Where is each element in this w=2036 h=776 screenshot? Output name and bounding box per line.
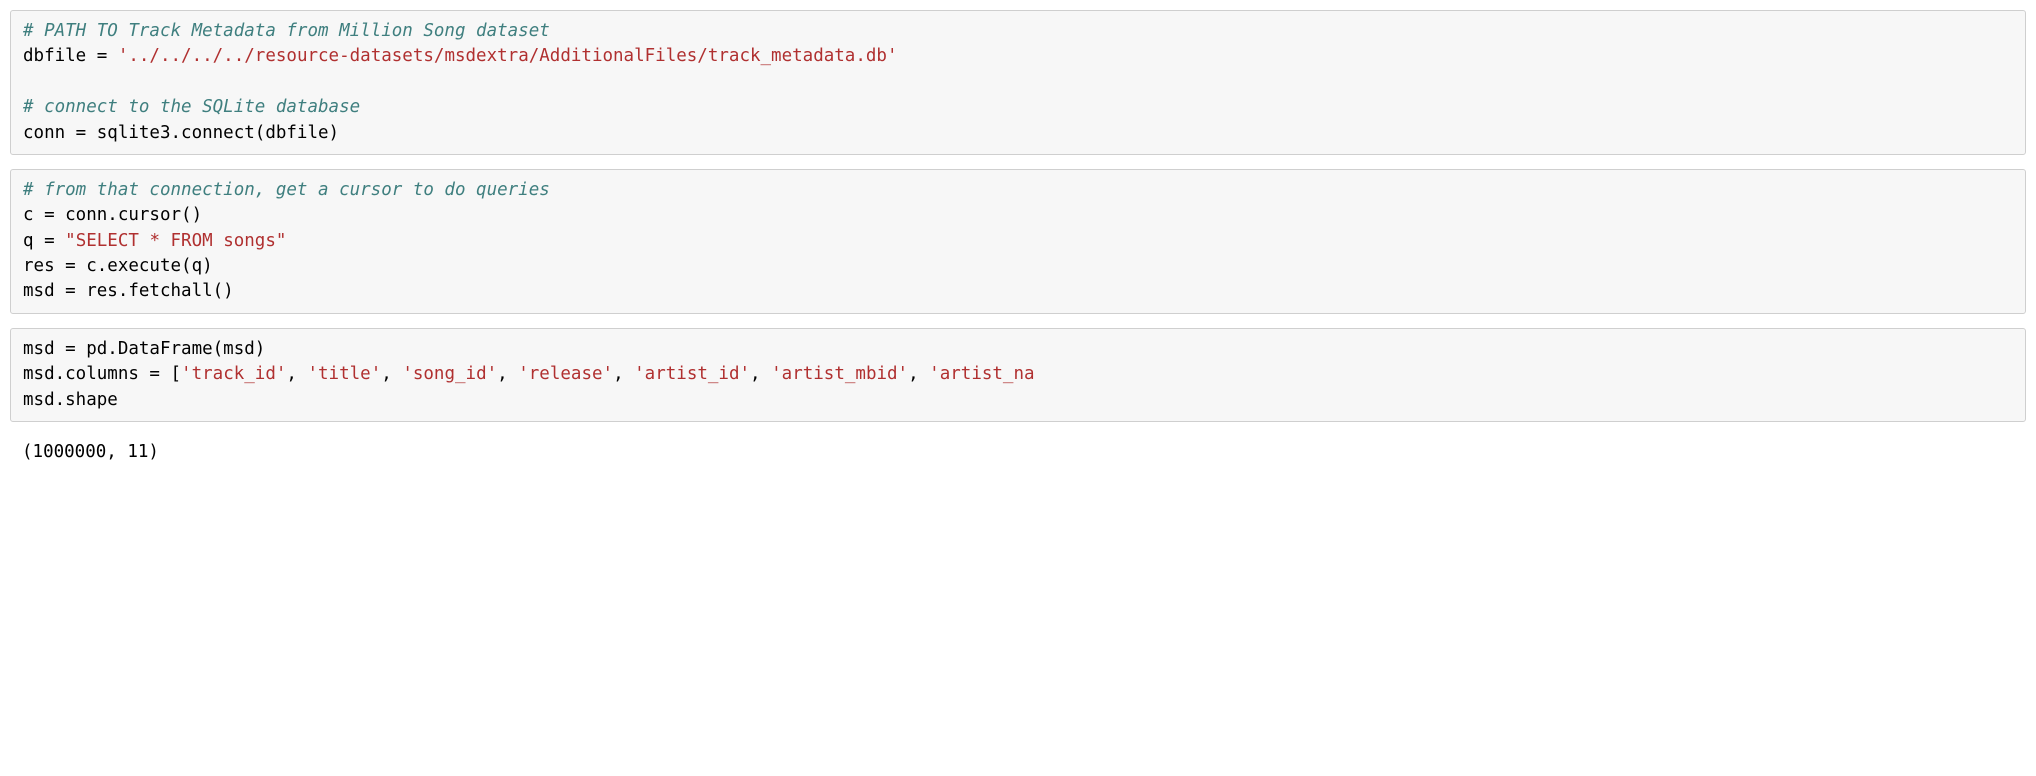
- comment-line: # from that connection, get a cursor to …: [23, 180, 550, 200]
- code-line: msd = res.fetchall(): [23, 281, 234, 301]
- code-line: res = c.execute(q): [23, 256, 213, 276]
- code-cell-1[interactable]: # PATH TO Track Metadata from Million So…: [10, 10, 2026, 155]
- code-line: conn = sqlite3.connect(dbfile): [23, 123, 339, 143]
- code-line: msd = pd.DataFrame(msd): [23, 339, 265, 359]
- comment-line: # connect to the SQLite database: [23, 97, 360, 117]
- output-cell-1: (1000000, 11): [10, 436, 2026, 469]
- code-line: msd.shape: [23, 390, 118, 410]
- code-cell-2[interactable]: # from that connection, get a cursor to …: [10, 169, 2026, 314]
- code-line: q = "SELECT * FROM songs": [23, 231, 286, 251]
- code-cell-3[interactable]: msd = pd.DataFrame(msd) msd.columns = ['…: [10, 328, 2026, 422]
- code-line: c = conn.cursor(): [23, 205, 202, 225]
- comment-line: # PATH TO Track Metadata from Million So…: [23, 21, 550, 41]
- code-line: msd.columns = ['track_id', 'title', 'son…: [23, 364, 1035, 384]
- code-line: dbfile = '../../../../resource-datasets/…: [23, 46, 897, 66]
